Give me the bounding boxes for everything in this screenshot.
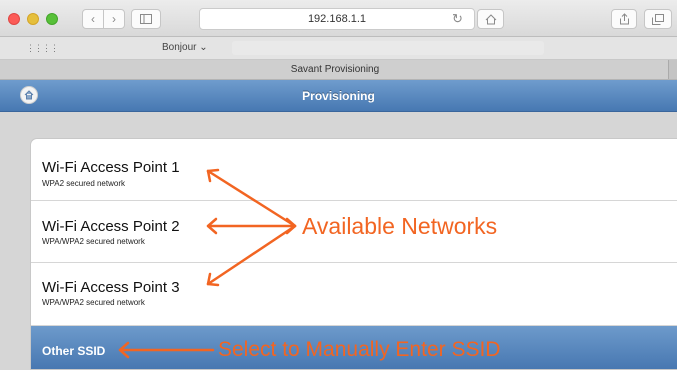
- browser-toolbar: ‹ › 192.168.1.1 ↻: [0, 0, 677, 37]
- network-name: Wi-Fi Access Point 1: [42, 159, 180, 176]
- tab-savant-provisioning[interactable]: Savant Provisioning: [0, 64, 670, 75]
- share-button[interactable]: [611, 9, 637, 29]
- reload-icon[interactable]: ↻: [452, 12, 463, 25]
- network-security: WPA/WPA2 secured network: [42, 298, 145, 307]
- favorites-area: [232, 41, 544, 55]
- favorites-bar: ⋮⋮⋮⋮ Bonjour ⌄: [0, 37, 677, 60]
- tab-bar: Savant Provisioning: [0, 60, 677, 80]
- chevron-right-icon: ›: [112, 12, 116, 26]
- network-security: WPA2 secured network: [42, 179, 125, 188]
- annotation-select-manual: Select to Manually Enter SSID: [218, 338, 501, 361]
- network-list: Wi-Fi Access Point 1 WPA2 secured networ…: [30, 138, 677, 370]
- grid-icon[interactable]: ⋮⋮⋮⋮: [26, 44, 59, 53]
- back-button[interactable]: ‹: [82, 9, 104, 29]
- sidebar-toggle-button[interactable]: [131, 9, 161, 29]
- bonjour-menu[interactable]: Bonjour ⌄: [162, 42, 208, 53]
- home-button[interactable]: [477, 9, 504, 29]
- chevron-left-icon: ‹: [91, 12, 95, 26]
- network-name: Wi-Fi Access Point 3: [42, 279, 180, 296]
- address-bar[interactable]: 192.168.1.1: [199, 8, 475, 30]
- network-name: Wi-Fi Access Point 2: [42, 218, 180, 235]
- annotation-available-networks: Available Networks: [302, 213, 498, 239]
- network-item-1[interactable]: Wi-Fi Access Point 1 WPA2 secured networ…: [31, 139, 677, 201]
- tabs-icon: [652, 14, 664, 25]
- address-text: 192.168.1.1: [307, 13, 367, 25]
- new-tab-button[interactable]: [668, 60, 677, 79]
- page-title: Provisioning: [302, 89, 375, 103]
- zoom-window-button[interactable]: [46, 13, 58, 25]
- share-icon: [619, 13, 629, 25]
- show-tabs-button[interactable]: [644, 9, 672, 29]
- other-ssid-label: Other SSID: [42, 344, 106, 358]
- minimize-window-button[interactable]: [27, 13, 39, 25]
- close-window-button[interactable]: [8, 13, 20, 25]
- house-icon: [485, 14, 496, 25]
- sidebar-icon: [140, 14, 152, 24]
- forward-button[interactable]: ›: [103, 9, 125, 29]
- network-item-3[interactable]: Wi-Fi Access Point 3 WPA/WPA2 secured ne…: [31, 263, 677, 326]
- network-security: WPA/WPA2 secured network: [42, 237, 145, 246]
